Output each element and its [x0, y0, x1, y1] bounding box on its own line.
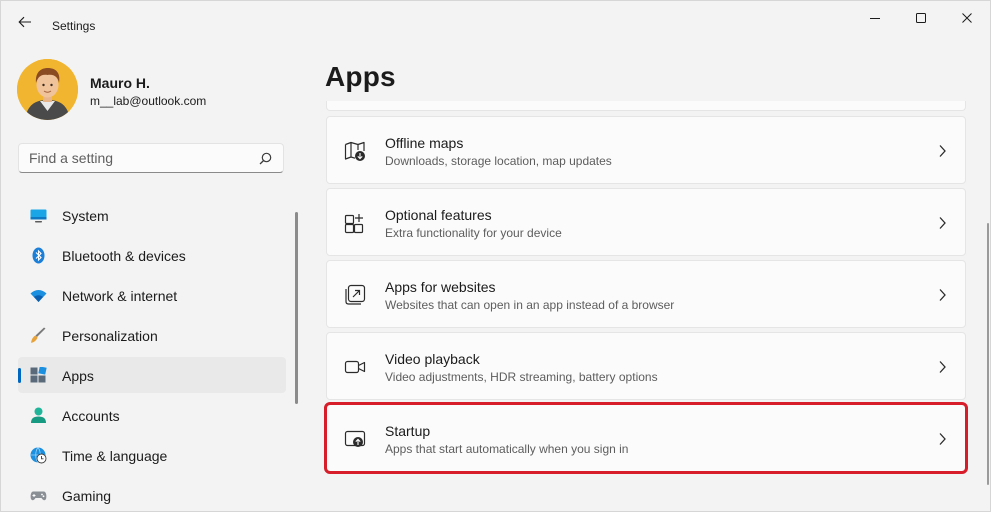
minimize-icon	[870, 18, 880, 19]
sidebar-item-label: Apps	[62, 368, 94, 384]
card-description: Websites that can open in an app instead…	[385, 298, 675, 312]
card-title: Video playback	[385, 351, 480, 367]
active-indicator	[18, 368, 21, 383]
back-button[interactable]	[11, 10, 39, 34]
monitor-icon	[30, 209, 47, 223]
app-link-icon	[345, 284, 366, 305]
sidebar-item-label: System	[62, 208, 109, 224]
search-input[interactable]	[29, 150, 249, 166]
brush-icon	[31, 327, 46, 343]
apps-for-websites-card[interactable]: Apps for websites Websites that can open…	[326, 260, 966, 328]
card-title: Optional features	[385, 207, 492, 223]
chevron-right-icon	[939, 217, 946, 229]
sidebar-item-personalization[interactable]: Personalization	[18, 317, 286, 353]
optional-features-icon	[344, 214, 364, 234]
video-camera-icon	[344, 360, 366, 374]
bluetooth-icon	[32, 247, 45, 264]
close-icon	[962, 13, 972, 23]
card-description: Downloads, storage location, map updates	[385, 154, 612, 168]
sidebar-item-network[interactable]: Network & internet	[18, 277, 286, 313]
chevron-right-icon	[939, 145, 946, 157]
close-button[interactable]	[944, 1, 990, 35]
globe-clock-icon	[30, 447, 47, 464]
title-bar: Settings	[1, 1, 990, 41]
minimize-button[interactable]	[852, 1, 898, 35]
startup-card[interactable]: Startup Apps that start automatically wh…	[324, 402, 968, 474]
back-arrow-icon	[18, 16, 31, 28]
apps-icon	[30, 367, 47, 383]
page-title: Apps	[325, 61, 396, 92]
user-email: m__lab@outlook.com	[90, 94, 207, 108]
sidebar-item-label: Network & internet	[62, 288, 178, 304]
maximize-icon	[916, 13, 926, 23]
user-name: Mauro H.	[90, 75, 150, 91]
startup-icon	[344, 430, 366, 447]
chevron-right-icon	[939, 433, 946, 445]
video-playback-card[interactable]: Video playback Video adjustments, HDR st…	[326, 332, 966, 400]
avatar[interactable]	[17, 59, 78, 120]
map-download-icon	[344, 141, 365, 161]
sidebar-item-system[interactable]: System	[18, 197, 286, 233]
content-scrollbar[interactable]	[987, 223, 989, 485]
card-title: Startup	[385, 423, 431, 439]
settings-list: Offline maps Downloads, storage location…	[324, 116, 968, 476]
sidebar-item-apps[interactable]: Apps	[18, 357, 286, 393]
chevron-right-icon	[939, 289, 946, 301]
sidebar-item-label: Accounts	[62, 408, 120, 424]
sidebar-item-bluetooth[interactable]: Bluetooth & devices	[18, 237, 286, 273]
card-title: Offline maps	[385, 135, 464, 151]
card-description: Apps that start automatically when you s…	[385, 442, 629, 456]
sidebar-item-label: Time & language	[62, 448, 168, 464]
person-icon	[31, 407, 46, 423]
card-description: Video adjustments, HDR streaming, batter…	[385, 370, 658, 384]
sidebar-item-time-language[interactable]: Time & language	[18, 437, 286, 473]
maximize-button[interactable]	[898, 1, 944, 35]
sidebar-item-label: Bluetooth & devices	[62, 248, 186, 264]
sidebar-item-label: Personalization	[62, 328, 158, 344]
sidebar-nav: System Bluetooth & devices Network & int…	[18, 197, 286, 511]
card-description: Extra functionality for your device	[385, 226, 562, 240]
optional-features-card[interactable]: Optional features Extra functionality fo…	[326, 188, 966, 256]
search-box[interactable]	[18, 143, 284, 173]
settings-window: Settings Mauro H. m__lab@outlook.com Fin…	[0, 0, 991, 512]
offline-maps-card[interactable]: Offline maps Downloads, storage location…	[326, 116, 966, 184]
sidebar-scrollbar[interactable]	[295, 212, 298, 404]
gamepad-icon	[30, 491, 47, 501]
sidebar-item-gaming[interactable]: Gaming	[18, 477, 286, 511]
sidebar-item-accounts[interactable]: Accounts	[18, 397, 286, 433]
sidebar-item-label: Gaming	[62, 488, 112, 504]
avatar-image	[17, 59, 78, 120]
previous-setting-card[interactable]	[326, 101, 966, 111]
wifi-icon	[30, 290, 47, 302]
card-title: Apps for websites	[385, 279, 496, 295]
search-icon[interactable]	[259, 152, 272, 165]
window-title: Settings	[52, 19, 96, 33]
chevron-right-icon	[939, 361, 946, 373]
